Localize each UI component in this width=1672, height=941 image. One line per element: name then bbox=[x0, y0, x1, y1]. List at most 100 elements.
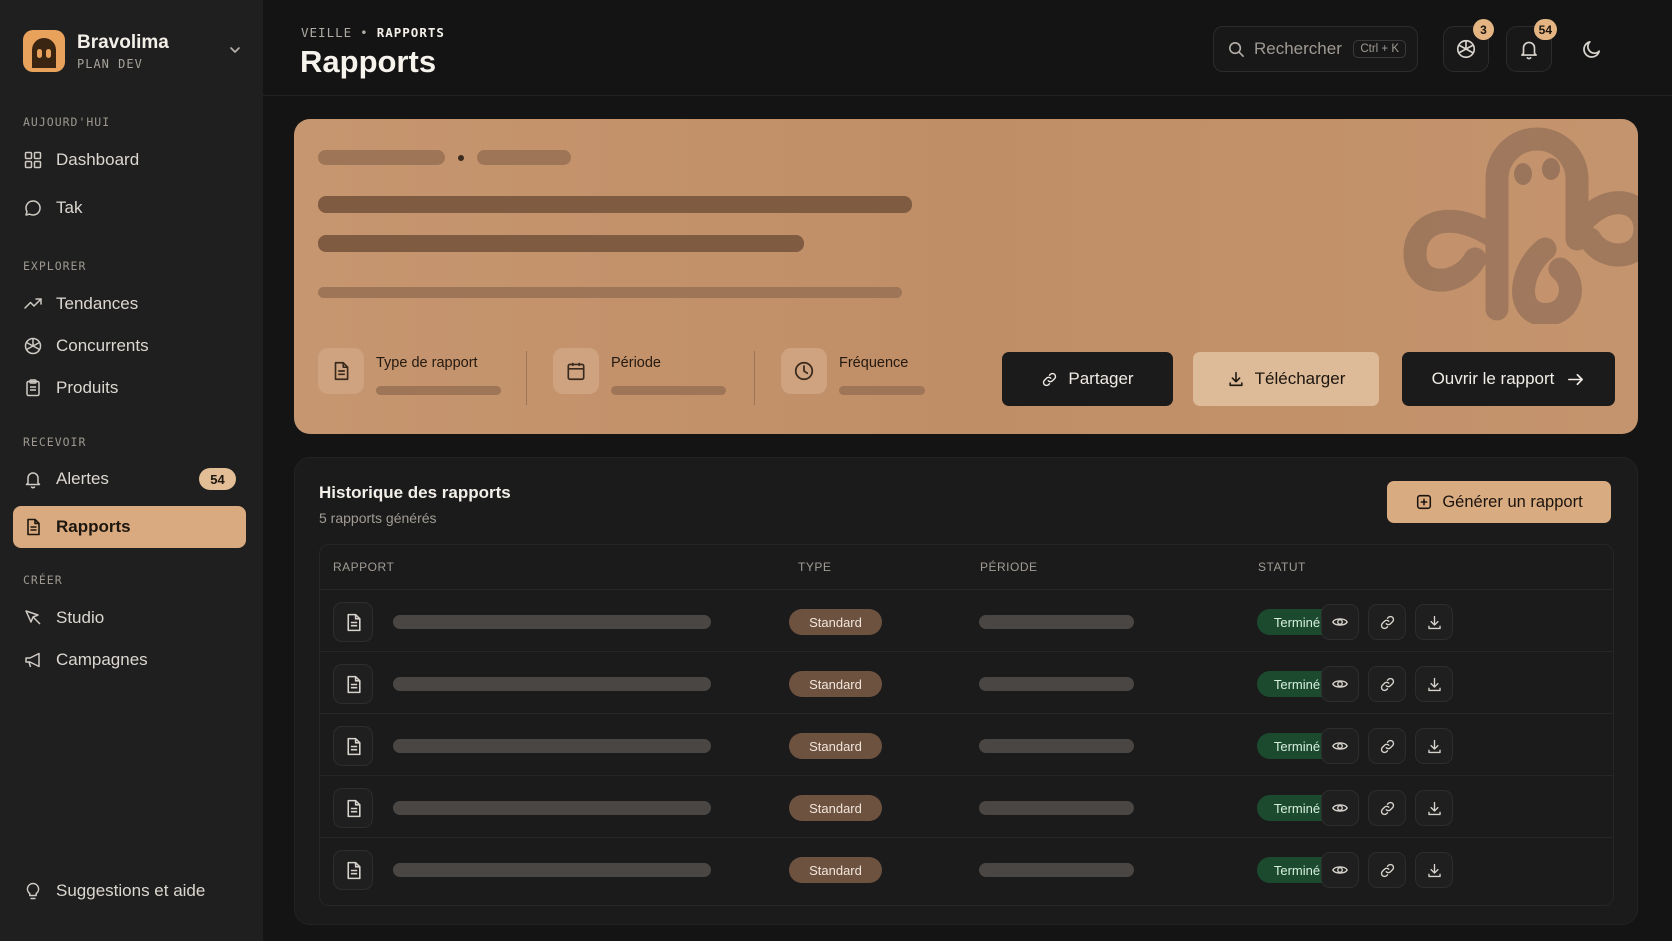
workspace-switcher[interactable]: Bravolima PLAN DEV bbox=[23, 29, 243, 73]
sidebar-item-campagnes[interactable]: Campagnes bbox=[13, 639, 246, 681]
sidebar-item-label: Rapports bbox=[56, 517, 131, 536]
megaphone-icon bbox=[25, 652, 40, 668]
table-row[interactable]: Standard Terminé bbox=[320, 776, 1613, 838]
notifications-button[interactable]: 54 bbox=[1506, 19, 1557, 72]
sidebar-item-label: Suggestions et aide bbox=[56, 881, 206, 900]
eye-icon bbox=[1332, 866, 1348, 874]
view-report-button[interactable] bbox=[1321, 604, 1359, 640]
competitors-button[interactable]: 3 bbox=[1443, 19, 1494, 72]
share-button[interactable]: Partager bbox=[1002, 352, 1173, 406]
breadcrumb-current: RAPPORTS bbox=[376, 25, 445, 40]
link-icon bbox=[1380, 801, 1394, 815]
download-report-button[interactable] bbox=[1415, 728, 1453, 764]
generate-report-label: Générer un rapport bbox=[1442, 492, 1583, 511]
competitors-count-badge: 3 bbox=[1473, 19, 1494, 40]
moon-icon bbox=[1583, 40, 1601, 58]
workspace-plan: PLAN DEV bbox=[77, 56, 143, 71]
view-report-button[interactable] bbox=[1321, 666, 1359, 702]
link-icon bbox=[1380, 677, 1394, 691]
clock-icon bbox=[794, 361, 814, 381]
download-report-button[interactable] bbox=[1415, 666, 1453, 702]
table-row[interactable]: Standard Terminé bbox=[320, 714, 1613, 776]
sidebar-item-label: Tak bbox=[56, 198, 83, 217]
table-row[interactable]: Standard Terminé bbox=[320, 590, 1613, 652]
skeleton-tag bbox=[318, 150, 445, 165]
skeleton-report-name bbox=[393, 677, 711, 691]
sidebar-item-tendances[interactable]: Tendances bbox=[13, 283, 246, 325]
meta-label: Période bbox=[611, 355, 661, 371]
clipboard-icon bbox=[26, 379, 40, 397]
skeleton-report-name bbox=[393, 863, 711, 877]
open-report-label: Ouvrir le rapport bbox=[1431, 369, 1555, 388]
table-row[interactable]: Standard Terminé bbox=[320, 838, 1613, 900]
sidebar-item-tak[interactable]: Tak bbox=[13, 187, 246, 229]
skeleton-report-name bbox=[393, 739, 711, 753]
view-report-button[interactable] bbox=[1321, 852, 1359, 888]
section-label-receive: RECEVOIR bbox=[23, 435, 87, 449]
search-input[interactable]: Rechercher Ctrl + K bbox=[1213, 26, 1418, 72]
share-label: Partager bbox=[1068, 369, 1134, 388]
skeleton-meta-value bbox=[611, 386, 726, 395]
skeleton-period bbox=[979, 801, 1134, 815]
skeleton-tag bbox=[477, 150, 571, 165]
download-icon bbox=[1427, 801, 1441, 815]
divider bbox=[754, 351, 755, 405]
report-icon bbox=[27, 518, 40, 536]
copy-link-button[interactable] bbox=[1368, 666, 1406, 702]
reports-count: 5 rapports générés bbox=[319, 510, 437, 526]
search-shortcut: Ctrl + K bbox=[1353, 40, 1406, 58]
sidebar-item-label: Alertes bbox=[56, 469, 109, 488]
sidebar-item-concurrents[interactable]: Concurrents bbox=[13, 325, 246, 367]
document-icon bbox=[334, 361, 349, 381]
download-icon bbox=[1229, 371, 1243, 387]
meta-report-type: Type de rapport bbox=[318, 348, 501, 404]
open-report-button[interactable]: Ouvrir le rapport bbox=[1402, 352, 1615, 406]
download-icon bbox=[1427, 739, 1441, 753]
suggestions-help-link[interactable]: Suggestions et aide bbox=[13, 870, 246, 912]
eye-icon bbox=[1332, 618, 1348, 626]
section-label-create: CRÉER bbox=[23, 573, 63, 587]
download-report-button[interactable] bbox=[1415, 604, 1453, 640]
reports-history-panel: Historique des rapports 5 rapports génér… bbox=[294, 457, 1638, 925]
view-report-button[interactable] bbox=[1321, 790, 1359, 826]
document-icon bbox=[346, 675, 361, 693]
sidebar-item-alertes[interactable]: Alertes 54 bbox=[13, 458, 246, 500]
breadcrumb-parent[interactable]: VEILLE bbox=[301, 25, 352, 40]
reports-table: RAPPORT TYPE PÉRIODE STATUT Standard Term… bbox=[319, 544, 1614, 906]
document-icon bbox=[346, 737, 361, 755]
download-button[interactable]: Télécharger bbox=[1193, 352, 1379, 406]
skeleton-report-name bbox=[393, 615, 711, 629]
report-file-icon bbox=[333, 726, 373, 766]
copy-link-button[interactable] bbox=[1368, 852, 1406, 888]
search-placeholder: Rechercher bbox=[1254, 39, 1342, 58]
theme-toggle[interactable] bbox=[1577, 34, 1607, 64]
link-icon bbox=[1380, 863, 1394, 877]
generate-report-button[interactable]: Générer un rapport bbox=[1387, 481, 1611, 523]
table-row[interactable]: Standard Terminé bbox=[320, 652, 1613, 714]
skeleton-period bbox=[979, 677, 1134, 691]
report-file-icon bbox=[333, 602, 373, 642]
sidebar-item-produits[interactable]: Produits bbox=[13, 367, 246, 409]
type-badge: Standard bbox=[789, 733, 882, 759]
column-header-type: TYPE bbox=[798, 560, 832, 574]
copy-link-button[interactable] bbox=[1368, 604, 1406, 640]
sidebar-item-dashboard[interactable]: Dashboard bbox=[13, 139, 246, 181]
column-header-report: RAPPORT bbox=[333, 560, 395, 574]
skeleton-title-line bbox=[318, 235, 804, 252]
download-icon bbox=[1427, 863, 1441, 877]
panel-title: Historique des rapports bbox=[319, 483, 511, 502]
download-report-button[interactable] bbox=[1415, 852, 1453, 888]
sidebar-item-studio[interactable]: Studio bbox=[13, 597, 246, 639]
bell-icon bbox=[1521, 41, 1537, 60]
copy-link-button[interactable] bbox=[1368, 728, 1406, 764]
download-report-button[interactable] bbox=[1415, 790, 1453, 826]
report-file-icon bbox=[333, 850, 373, 890]
notifications-count-badge: 54 bbox=[1533, 19, 1557, 40]
sidebar-item-rapports[interactable]: Rapports bbox=[13, 506, 246, 548]
page-title: Rapports bbox=[300, 44, 437, 79]
view-report-button[interactable] bbox=[1321, 728, 1359, 764]
meta-label: Fréquence bbox=[839, 355, 909, 371]
copy-link-button[interactable] bbox=[1368, 790, 1406, 826]
breadcrumb-separator: • bbox=[360, 25, 369, 40]
type-badge: Standard bbox=[789, 795, 882, 821]
